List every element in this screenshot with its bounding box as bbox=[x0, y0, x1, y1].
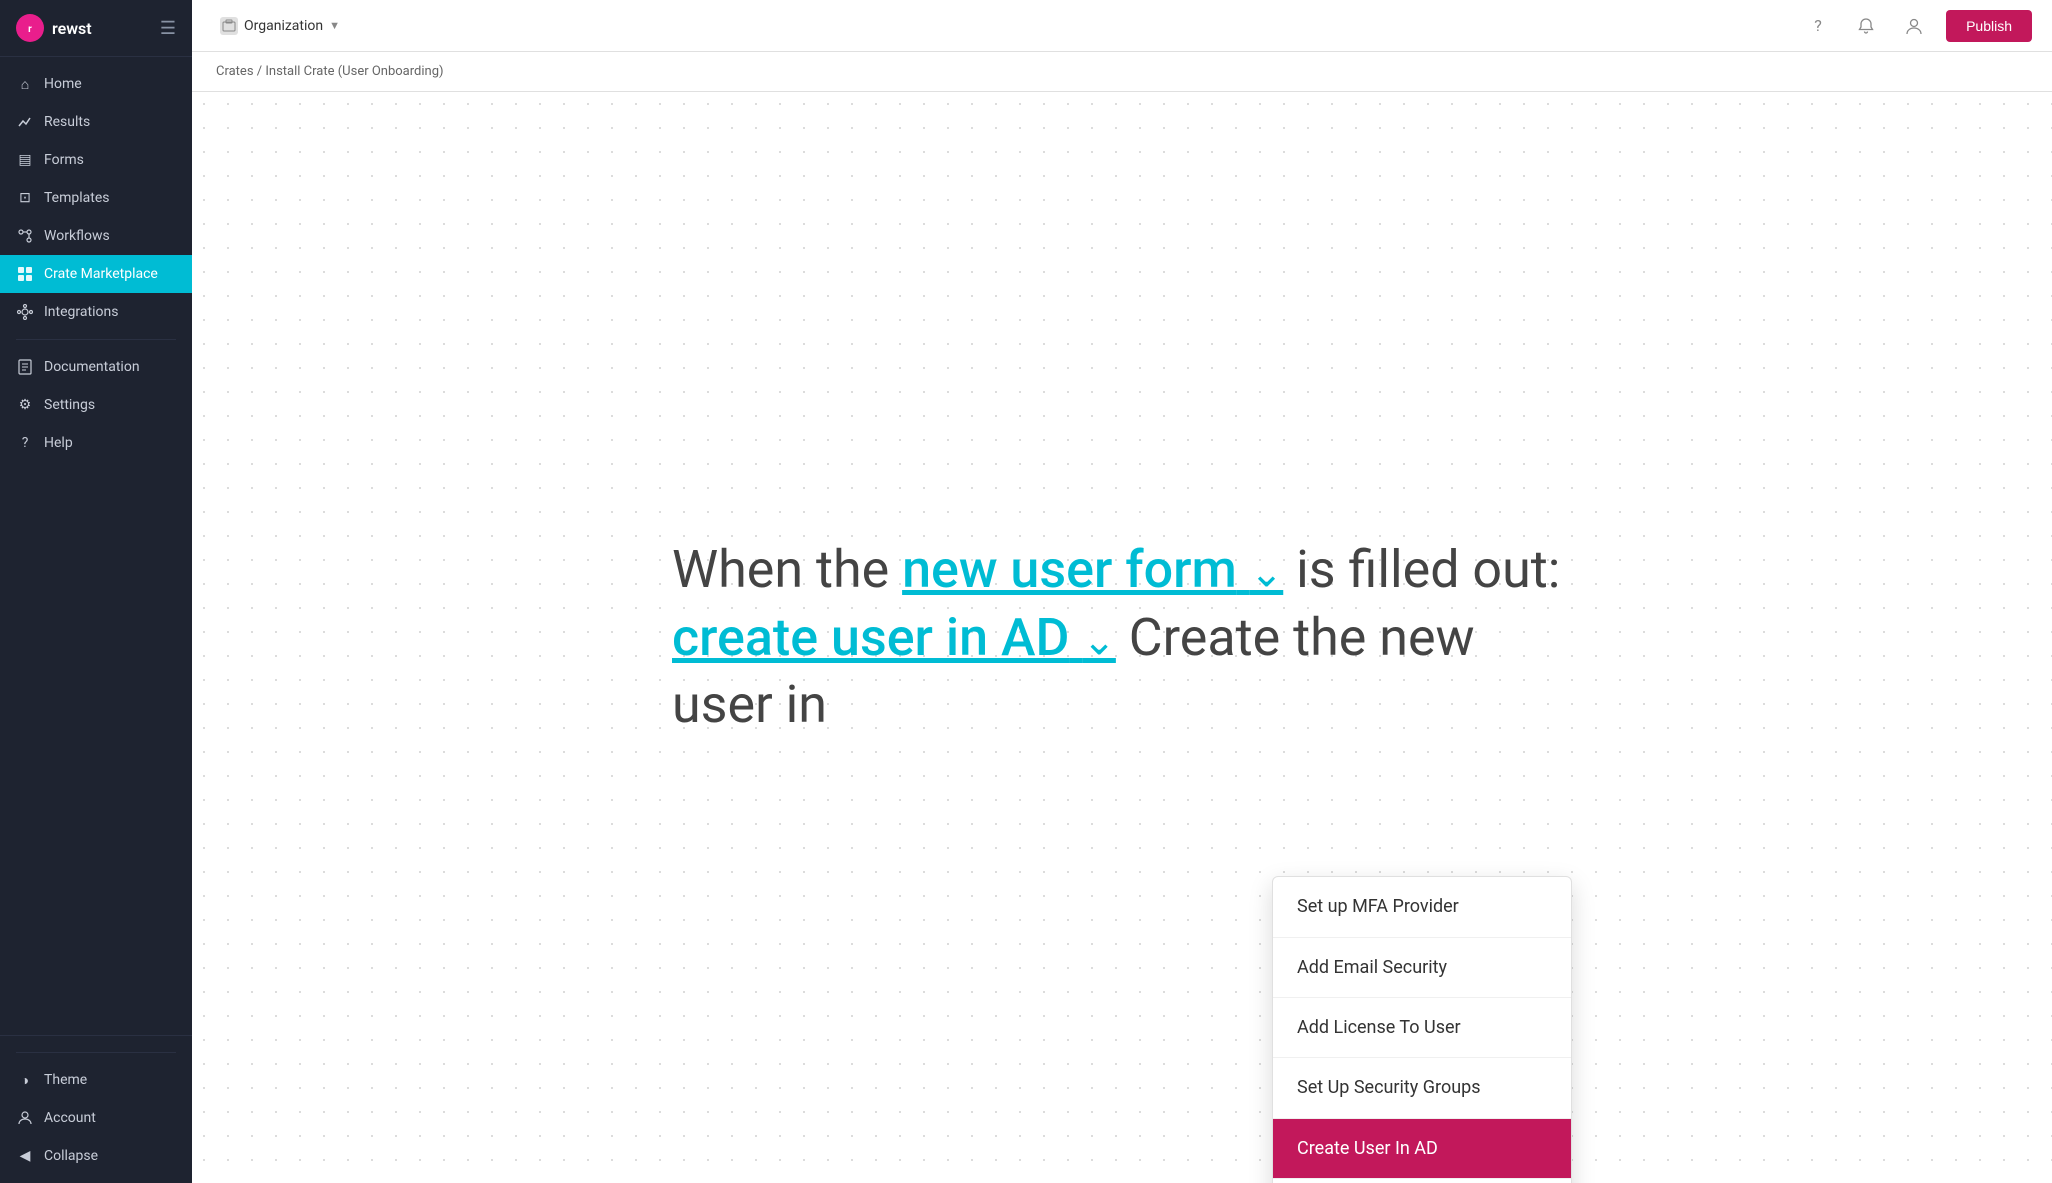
content-area: When the new user form ⌄ is filled out: … bbox=[192, 92, 2052, 1183]
sidebar-item-collapse[interactable]: ◀ Collapse bbox=[0, 1137, 192, 1175]
breadcrumb: Crates / Install Crate (User Onboarding) bbox=[192, 52, 2052, 92]
org-chevron-icon: ▼ bbox=[329, 19, 340, 32]
sidebar-item-crate-marketplace[interactable]: Crate Marketplace bbox=[0, 255, 192, 293]
sidebar-header: r rewst ☰ bbox=[0, 0, 192, 57]
logo-text: rewst bbox=[52, 19, 92, 38]
dropdown-item-create-user-ad[interactable]: Create User In AD bbox=[1273, 1119, 1571, 1179]
sidebar-item-account-label: Account bbox=[44, 1110, 96, 1126]
user-topbar-icon[interactable] bbox=[1898, 10, 1930, 42]
theme-icon: ◑ bbox=[16, 1071, 34, 1089]
sidebar-item-documentation[interactable]: Documentation bbox=[0, 348, 192, 386]
svg-text:r: r bbox=[28, 24, 32, 35]
sidebar-bottom: ◑ Theme Account ◀ Collapse bbox=[0, 1035, 192, 1183]
sidebar: r rewst ☰ ⌂ Home Results ▤ Forms ⊡ Templ… bbox=[0, 0, 192, 1183]
dropdown-item-set-up-security[interactable]: Set Up Security Groups bbox=[1273, 1058, 1571, 1118]
topbar-right: ? Publish bbox=[1802, 10, 2032, 42]
sidebar-divider-2 bbox=[16, 1052, 176, 1053]
sidebar-item-help[interactable]: ? Help bbox=[0, 424, 192, 462]
dropdown-menu: Set up MFA Provider Add Email Security A… bbox=[1272, 876, 1572, 1183]
integrations-icon bbox=[16, 303, 34, 321]
home-icon: ⌂ bbox=[16, 75, 34, 93]
action-link[interactable]: create user in AD ⌄ bbox=[672, 607, 1116, 668]
publish-button[interactable]: Publish bbox=[1946, 10, 2032, 42]
sidebar-item-theme[interactable]: ◑ Theme bbox=[0, 1061, 192, 1099]
dropdown-item-set-up-mfa[interactable]: Set up MFA Provider bbox=[1273, 877, 1571, 937]
sidebar-logo: r rewst bbox=[16, 14, 92, 42]
sidebar-item-settings-label: Settings bbox=[44, 397, 95, 413]
settings-icon: ⚙ bbox=[16, 396, 34, 414]
org-icon bbox=[220, 17, 238, 35]
sidebar-item-account[interactable]: Account bbox=[0, 1099, 192, 1137]
sidebar-item-templates-label: Templates bbox=[44, 190, 110, 206]
org-selector[interactable]: Organization ▼ bbox=[212, 13, 348, 39]
dropdown-item-verify-phone[interactable]: Verify Phone Number bbox=[1273, 1179, 1571, 1183]
sidebar-item-forms[interactable]: ▤ Forms bbox=[0, 141, 192, 179]
forms-icon: ▤ bbox=[16, 151, 34, 169]
logo-icon: r bbox=[16, 14, 44, 42]
help-topbar-icon[interactable]: ? bbox=[1802, 10, 1834, 42]
sidebar-item-documentation-label: Documentation bbox=[44, 359, 140, 375]
workflows-icon bbox=[16, 227, 34, 245]
sidebar-item-home-label: Home bbox=[44, 76, 82, 92]
workflow-text-part2: is filled out: bbox=[1283, 539, 1560, 600]
documentation-icon bbox=[16, 358, 34, 376]
help-icon: ? bbox=[16, 434, 34, 452]
action-chevron-icon: ⌄ bbox=[1082, 617, 1116, 664]
collapse-icon: ◀ bbox=[16, 1147, 34, 1165]
topbar: Organization ▼ ? Publish bbox=[192, 0, 2052, 52]
trigger-link[interactable]: new user form ⌄ bbox=[902, 539, 1283, 600]
workflow-text: When the new user form ⌄ is filled out: … bbox=[672, 536, 1572, 739]
sidebar-item-home[interactable]: ⌂ Home bbox=[0, 65, 192, 103]
workflow-text-part1: When the bbox=[672, 539, 902, 600]
sidebar-item-collapse-label: Collapse bbox=[44, 1148, 98, 1164]
notifications-icon[interactable] bbox=[1850, 10, 1882, 42]
dropdown-item-add-email-security[interactable]: Add Email Security bbox=[1273, 938, 1571, 998]
trigger-chevron-icon: ⌄ bbox=[1250, 549, 1284, 596]
sidebar-divider-1 bbox=[16, 339, 176, 340]
sidebar-item-settings[interactable]: ⚙ Settings bbox=[0, 386, 192, 424]
account-icon bbox=[16, 1109, 34, 1127]
results-icon bbox=[16, 113, 34, 131]
breadcrumb-current: Install Crate (User Onboarding) bbox=[265, 64, 443, 79]
breadcrumb-crates[interactable]: Crates bbox=[216, 64, 254, 79]
sidebar-item-crate-marketplace-label: Crate Marketplace bbox=[44, 266, 158, 282]
hamburger-icon[interactable]: ☰ bbox=[160, 18, 176, 39]
topbar-left: Organization ▼ bbox=[212, 13, 348, 39]
sidebar-item-help-label: Help bbox=[44, 435, 73, 451]
sidebar-item-results-label: Results bbox=[44, 114, 90, 130]
sidebar-item-forms-label: Forms bbox=[44, 152, 84, 168]
templates-icon: ⊡ bbox=[16, 189, 34, 207]
sidebar-item-integrations-label: Integrations bbox=[44, 304, 118, 320]
sidebar-item-workflows-label: Workflows bbox=[44, 228, 110, 244]
sidebar-item-theme-label: Theme bbox=[44, 1072, 87, 1088]
org-label: Organization bbox=[244, 18, 323, 34]
sidebar-item-results[interactable]: Results bbox=[0, 103, 192, 141]
sidebar-item-templates[interactable]: ⊡ Templates bbox=[0, 179, 192, 217]
dropdown-item-add-license[interactable]: Add License To User bbox=[1273, 998, 1571, 1058]
main: Organization ▼ ? Publish Crates bbox=[192, 0, 2052, 1183]
sidebar-item-integrations[interactable]: Integrations bbox=[0, 293, 192, 331]
crate-marketplace-icon bbox=[16, 265, 34, 283]
sidebar-nav: ⌂ Home Results ▤ Forms ⊡ Templates bbox=[0, 57, 192, 1035]
sidebar-item-workflows[interactable]: Workflows bbox=[0, 217, 192, 255]
